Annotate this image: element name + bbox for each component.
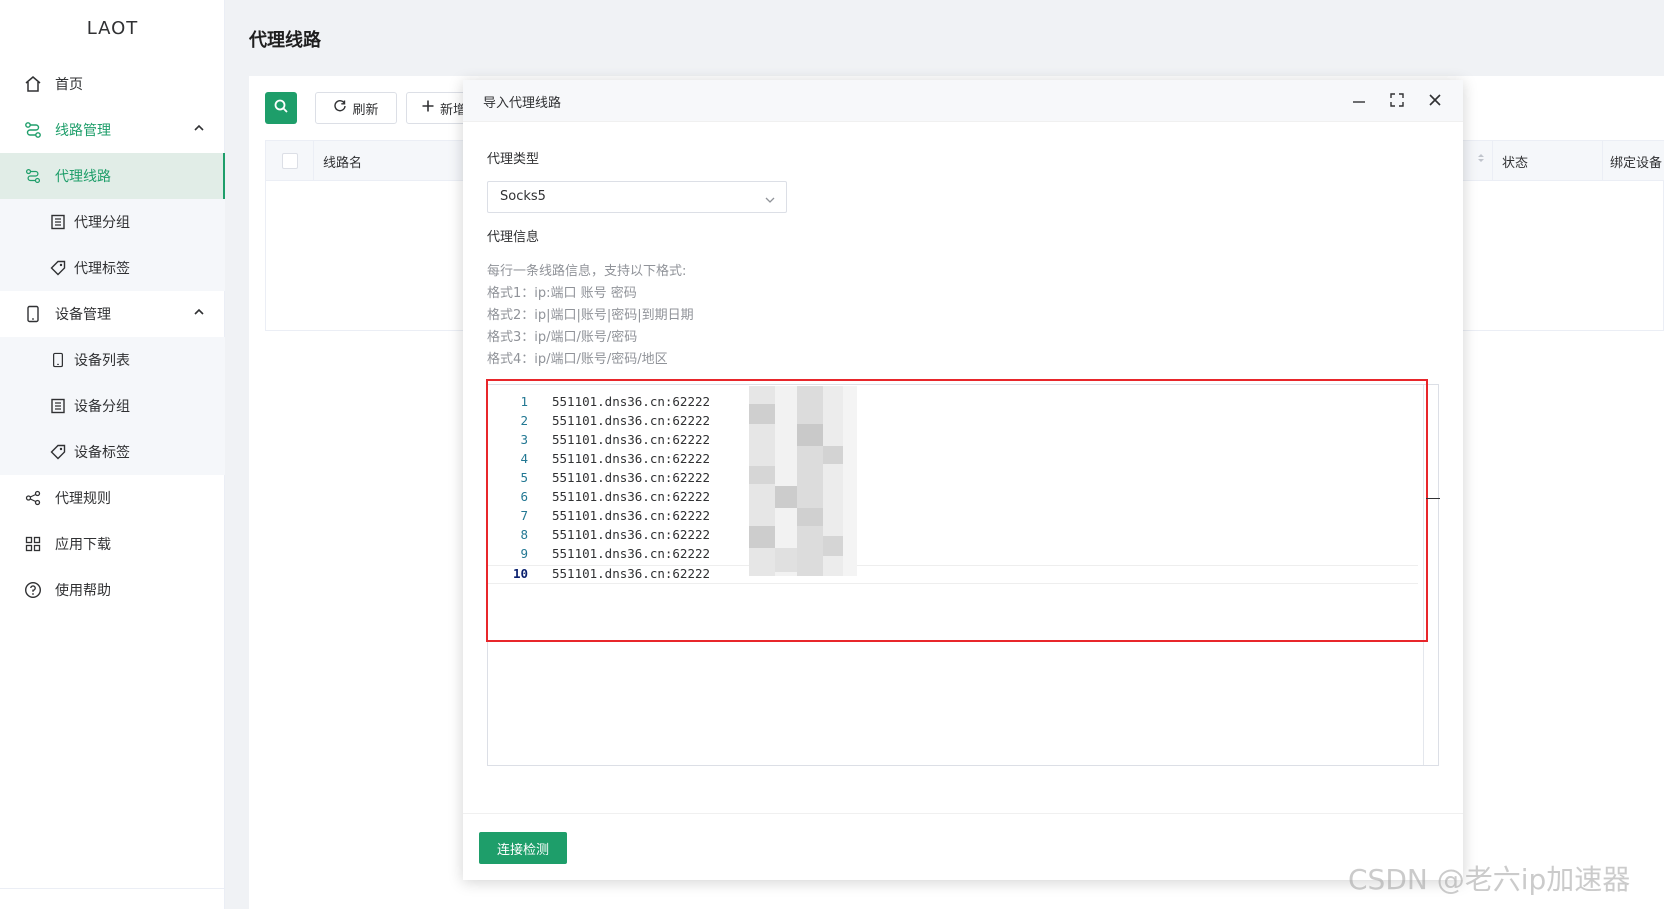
column-divider (1492, 141, 1493, 181)
sidebar-item-home[interactable]: 首页 (0, 61, 225, 107)
sidebar-item-label: 设备分组 (74, 399, 130, 415)
proxy-type-select[interactable]: Socks5 (487, 181, 787, 213)
sidebar-item-help[interactable]: 使用帮助 (0, 567, 225, 613)
text-cursor-mark (1426, 498, 1440, 499)
sidebar-item-proxy-groups[interactable]: 代理分组 (0, 199, 225, 245)
highlight-box (486, 379, 1428, 642)
sidebar-item-label: 代理标签 (74, 261, 130, 277)
sidebar-item-route-management[interactable]: 线路管理 (0, 107, 225, 153)
proxy-info-label: 代理信息 (487, 230, 540, 245)
tag-icon (48, 258, 68, 278)
format-hint: 格式4：ip/端口/账号/密码/地区 (487, 352, 668, 367)
phone-icon (23, 304, 43, 324)
sidebar-item-label: 首页 (55, 77, 83, 93)
home-icon (23, 74, 43, 94)
select-all-checkbox[interactable] (282, 153, 298, 169)
sidebar-item-device-groups[interactable]: 设备分组 (0, 383, 225, 429)
minimize-button[interactable] (1349, 91, 1369, 111)
sidebar-item-label: 设备标签 (74, 445, 130, 461)
chevron-up-icon (193, 306, 205, 322)
format-hint: 格式2：ip|端口|账号|密码|到期日期 (487, 308, 694, 323)
dialog-footer-divider (463, 813, 1463, 814)
close-icon (1428, 92, 1442, 111)
share-icon (23, 488, 43, 508)
page-title: 代理线路 (249, 30, 321, 51)
connection-check-button[interactable]: 连接检测 (479, 832, 567, 864)
maximize-button[interactable] (1387, 91, 1407, 111)
sidebar-item-label: 应用下载 (55, 537, 111, 553)
sidebar-item-label: 代理线路 (55, 169, 111, 185)
route-icon (23, 120, 43, 140)
refresh-button[interactable]: 刷新 (315, 92, 397, 124)
sidebar-item-device-management[interactable]: 设备管理 (0, 291, 225, 337)
format-hint: 每行一条线路信息，支持以下格式: (487, 264, 687, 279)
chevron-up-icon (193, 122, 205, 138)
sidebar-item-label: 使用帮助 (55, 583, 111, 599)
sidebar-item-device-tags[interactable]: 设备标签 (0, 429, 225, 475)
phone-icon (48, 350, 68, 370)
sidebar-item-device-list[interactable]: 设备列表 (0, 337, 225, 383)
format-hint: 格式1：ip:端口 账号 密码 (487, 286, 637, 301)
route-icon (23, 166, 43, 186)
column-divider (313, 141, 314, 181)
dialog-title: 导入代理线路 (483, 96, 562, 111)
sidebar-item-label: 代理规则 (55, 491, 111, 507)
dialog-header: 导入代理线路 (463, 80, 1463, 122)
search-button[interactable] (265, 92, 297, 124)
sidebar-item-app-download[interactable]: 应用下载 (0, 521, 225, 567)
refresh-label: 刷新 (352, 102, 379, 118)
plus-icon (421, 99, 435, 117)
group-icon (48, 212, 68, 232)
sidebar-item-proxy-rules[interactable]: 代理规则 (0, 475, 225, 521)
tag-icon (48, 442, 68, 462)
help-icon (23, 580, 43, 600)
sort-icon[interactable] (1477, 152, 1485, 168)
fullscreen-icon (1390, 92, 1404, 111)
chevron-down-icon (764, 191, 776, 210)
search-icon (273, 98, 289, 118)
watermark: CSDN @老六ip加速器 (1348, 863, 1631, 896)
format-hint: 格式3：ip/端口/账号/密码 (487, 330, 638, 345)
column-header-line-name[interactable]: 线路名 (323, 152, 362, 171)
close-button[interactable] (1425, 91, 1445, 111)
sidebar-item-label: 设备管理 (55, 307, 111, 323)
apps-icon (23, 534, 43, 554)
column-header-bound-devices[interactable]: 绑定设备 (1610, 152, 1662, 171)
import-proxy-dialog: 导入代理线路 代理类型 Socks5 代理信息 每行一条线路信息，支持以下格式:… (463, 80, 1463, 880)
sidebar-item-proxy-tags[interactable]: 代理标签 (0, 245, 225, 291)
brand-logo: LAOT (86, 18, 139, 39)
group-icon (48, 396, 68, 416)
sidebar-item-proxy-lines[interactable]: 代理线路 (0, 153, 225, 199)
proxy-type-label: 代理类型 (487, 152, 540, 167)
sidebar-divider (0, 888, 225, 889)
refresh-icon (333, 99, 347, 117)
column-header-status[interactable]: 状态 (1502, 152, 1528, 171)
sidebar-item-label: 代理分组 (74, 215, 130, 231)
sidebar: LAOT 首页 线路管理 代理线路 代理分组 代理标签 设备管理 设备列表 设备… (0, 0, 225, 909)
proxy-type-value: Socks5 (500, 189, 546, 204)
minimize-icon (1352, 92, 1366, 111)
sidebar-item-label: 设备列表 (74, 353, 130, 369)
column-divider (1602, 141, 1603, 181)
sidebar-item-label: 线路管理 (55, 123, 111, 139)
